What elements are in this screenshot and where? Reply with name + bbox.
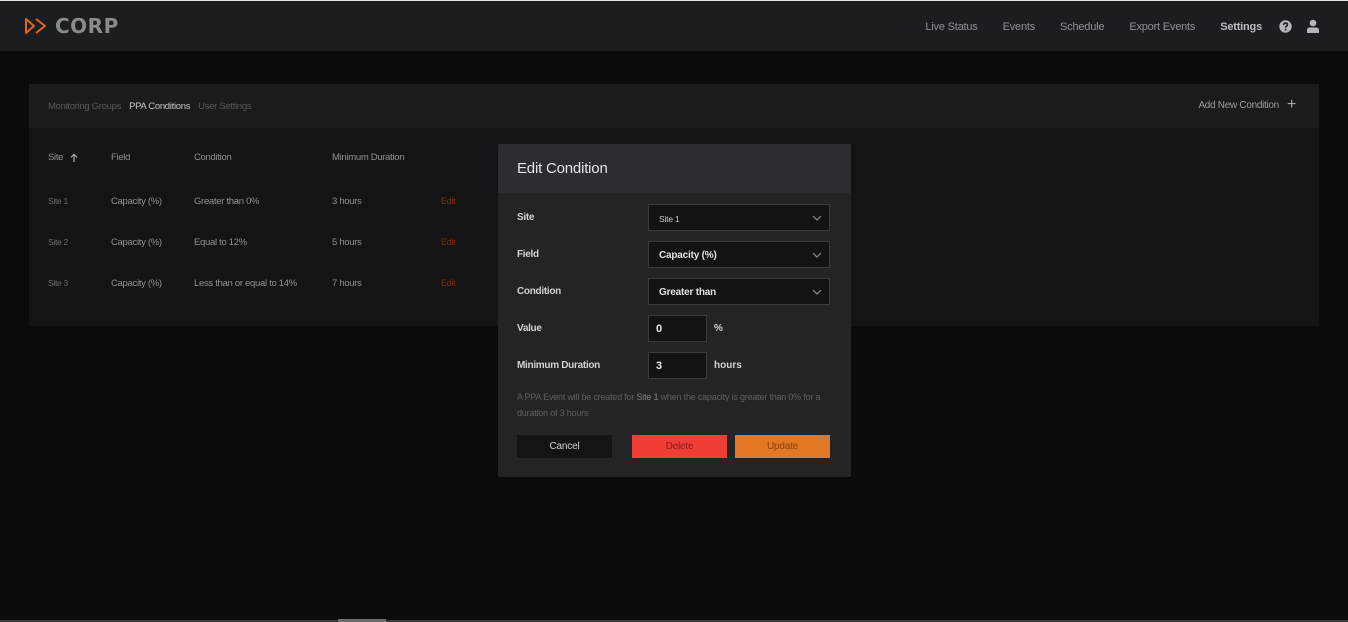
help-button[interactable] <box>1279 20 1292 33</box>
top-navigation-bar: CORP Live Status Events Schedule Export … <box>0 0 1348 51</box>
cell-site: Site 1 <box>48 196 68 206</box>
sort-ascending-icon <box>70 152 78 162</box>
plus-icon: + <box>1286 96 1296 113</box>
edit-link[interactable]: Edit <box>441 237 456 247</box>
cell-condition: Greater than 0% <box>194 196 260 207</box>
settings-panel-header: Monitoring Groups PPA Conditions User Se… <box>29 84 1319 128</box>
edit-link[interactable]: Edit <box>441 278 456 288</box>
duration-unit: hours <box>714 360 742 371</box>
edit-condition-modal: Edit Condition Site Site 1 Field Capacit… <box>498 144 851 477</box>
condition-summary-text: A PPA Event will be created for Site 1 w… <box>517 389 827 421</box>
minimum-duration-input[interactable] <box>648 352 707 379</box>
value-row: Value % <box>517 315 831 343</box>
logo-chevrons-icon <box>25 18 46 34</box>
cell-duration: 3 hours <box>332 196 362 207</box>
user-icon <box>1307 19 1319 33</box>
cell-condition: Equal to 12% <box>194 237 247 248</box>
modal-title: Edit Condition <box>517 160 608 177</box>
condition-select[interactable]: Greater than <box>648 278 830 305</box>
add-new-condition-label: Add New Condition <box>1198 99 1279 111</box>
cell-duration: 5 hours <box>332 237 362 248</box>
settings-tabs: Monitoring Groups PPA Conditions User Se… <box>48 101 259 112</box>
cell-site: Site 2 <box>48 237 68 247</box>
tab-user-settings[interactable]: User Settings <box>198 101 251 112</box>
cell-field: Capacity (%) <box>111 278 162 289</box>
nav-live-status[interactable]: Live Status <box>925 21 977 33</box>
field-label: Field <box>517 249 539 260</box>
value-unit: % <box>714 323 723 334</box>
condition-select-value: Greater than <box>659 287 717 298</box>
modal-header: Edit Condition <box>498 144 851 193</box>
minimum-duration-label: Minimum Duration <box>517 360 600 371</box>
add-new-condition-button[interactable]: Add New Condition + <box>1198 96 1296 113</box>
site-label: Site <box>517 212 535 223</box>
summary-site: Site 1 <box>636 392 659 402</box>
cancel-button[interactable]: Cancel <box>517 435 612 458</box>
table-row: Site 2 Capacity (%) Equal to 12% 5 hours… <box>48 237 488 257</box>
column-header-site-label: Site <box>48 152 64 163</box>
cell-field: Capacity (%) <box>111 237 162 248</box>
nav-events[interactable]: Events <box>1003 21 1036 33</box>
condition-label: Condition <box>517 286 561 297</box>
summary-prefix: A PPA Event will be created for <box>517 392 637 402</box>
column-header-minimum-duration[interactable]: Minimum Duration <box>332 152 405 163</box>
table-row: Site 3 Capacity (%) Less than or equal t… <box>48 278 488 298</box>
chevron-down-icon <box>812 252 822 258</box>
field-select[interactable]: Capacity (%) <box>648 241 830 268</box>
brand-logo[interactable]: CORP <box>24 14 119 38</box>
site-select[interactable]: Site 1 <box>648 204 830 231</box>
field-select-value: Capacity (%) <box>659 250 717 261</box>
nav-schedule[interactable]: Schedule <box>1060 21 1104 33</box>
condition-row: Condition Greater than <box>517 278 831 306</box>
cell-field: Capacity (%) <box>111 196 162 207</box>
chevron-down-icon <box>812 215 822 221</box>
brand-name: CORP <box>55 14 119 38</box>
tab-monitoring-groups[interactable]: Monitoring Groups <box>48 101 121 112</box>
field-row: Field Capacity (%) <box>517 241 831 269</box>
user-menu-button[interactable] <box>1306 19 1320 34</box>
site-row: Site Site 1 <box>517 204 831 232</box>
site-select-value: Site 1 <box>659 214 680 224</box>
chevron-down-icon <box>812 289 822 295</box>
column-header-field[interactable]: Field <box>111 152 130 163</box>
nav-settings[interactable]: Settings <box>1220 21 1262 33</box>
update-button[interactable]: Update <box>735 435 830 458</box>
cell-site: Site 3 <box>48 278 68 288</box>
minimum-duration-row: Minimum Duration hours <box>517 352 831 380</box>
table-row: Site 1 Capacity (%) Greater than 0% 3 ho… <box>48 196 488 216</box>
cell-condition: Less than or equal to 14% <box>194 278 297 289</box>
cell-duration: 7 hours <box>332 278 362 289</box>
tab-ppa-conditions[interactable]: PPA Conditions <box>129 101 190 112</box>
delete-button[interactable]: Delete <box>632 435 727 458</box>
main-nav: Live Status Events Schedule Export Event… <box>900 1 1320 52</box>
value-label: Value <box>517 323 542 334</box>
column-header-condition[interactable]: Condition <box>194 152 232 163</box>
edit-link[interactable]: Edit <box>441 196 456 206</box>
question-circle-icon <box>1279 20 1292 33</box>
nav-export-events[interactable]: Export Events <box>1129 21 1195 33</box>
value-input[interactable] <box>648 315 707 342</box>
column-header-site[interactable]: Site <box>48 152 79 163</box>
